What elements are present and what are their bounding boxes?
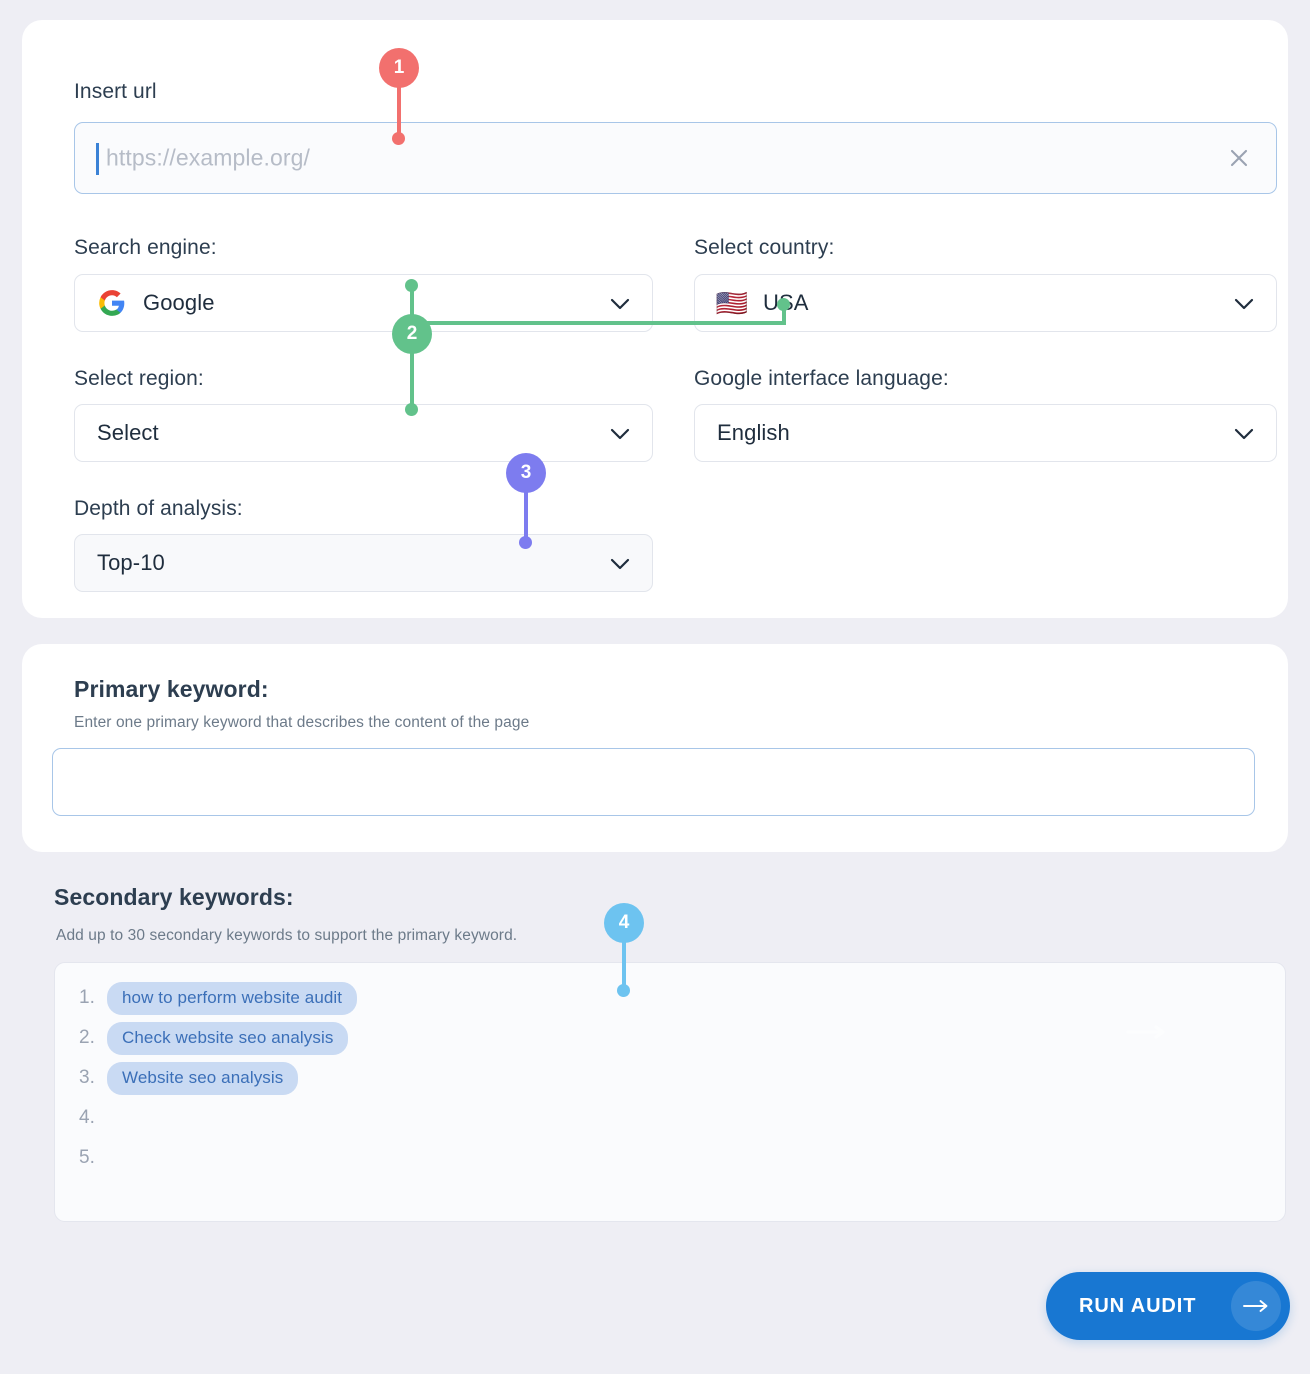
- primary-keyword-hint: Enter one primary keyword that describes…: [74, 714, 530, 731]
- primary-keyword-title: Primary keyword:: [74, 676, 269, 702]
- keyword-chip[interactable]: Check website seo analysis: [107, 1021, 349, 1055]
- callout-anchor-dot: [392, 132, 405, 145]
- run-audit-button[interactable]: RUN AUDIT: [1046, 1272, 1290, 1340]
- interface-language-value: English: [717, 420, 790, 445]
- callout-anchor-dot: [405, 403, 418, 416]
- list-item[interactable]: 3. Website seo analysis: [79, 1061, 299, 1095]
- chevron-down-icon: [610, 427, 630, 440]
- list-item[interactable]: 1. how to perform website audit: [79, 981, 358, 1015]
- region-select[interactable]: Select: [74, 404, 653, 462]
- list-item[interactable]: 2. Check website seo analysis: [79, 1021, 349, 1055]
- depth-of-analysis-label: Depth of analysis:: [74, 497, 243, 520]
- callout-anchor-dot: [519, 536, 532, 549]
- chevron-down-icon: [1234, 427, 1254, 440]
- list-item[interactable]: 4.: [79, 1103, 107, 1133]
- primary-keyword-input[interactable]: [52, 748, 1255, 816]
- interface-language-select[interactable]: English: [694, 404, 1277, 462]
- insert-url-label: Insert url: [74, 80, 157, 103]
- chevron-down-icon: [1234, 297, 1254, 310]
- list-item[interactable]: 5.: [79, 1143, 107, 1173]
- usa-flag-icon: 🇺🇸: [715, 288, 749, 318]
- callout-badge-4[interactable]: 4: [604, 903, 644, 943]
- close-icon[interactable]: [1226, 145, 1252, 171]
- callout-badge-2[interactable]: 2: [392, 314, 432, 354]
- list-item-number: 4.: [79, 1107, 95, 1128]
- callout-anchor-dot: [777, 298, 790, 311]
- audit-form-page: Insert url https://example.org/ Search e…: [0, 0, 1310, 1374]
- chevron-down-icon: [610, 557, 630, 570]
- list-item-number: 3.: [79, 1067, 95, 1088]
- select-country-label: Select country:: [694, 236, 835, 259]
- interface-language-label: Google interface language:: [694, 367, 949, 390]
- list-item-number: 1.: [79, 987, 95, 1008]
- search-engine-value: Google: [143, 290, 215, 315]
- settings-card: Insert url https://example.org/ Search e…: [22, 20, 1288, 618]
- keyword-chip[interactable]: Website seo analysis: [107, 1061, 299, 1095]
- callout-badge-3[interactable]: 3: [506, 453, 546, 493]
- callout-connector: [412, 321, 786, 325]
- search-engine-label: Search engine:: [74, 236, 217, 259]
- secondary-keywords-hint: Add up to 30 secondary keywords to suppo…: [56, 927, 518, 944]
- arrow-right-icon: [1231, 1281, 1281, 1331]
- chevron-down-icon: [610, 297, 630, 310]
- run-audit-label: RUN AUDIT: [1079, 1294, 1197, 1317]
- secondary-keywords-list[interactable]: 1. how to perform website audit 2. Check…: [54, 962, 1286, 1222]
- callout-anchor-dot: [405, 279, 418, 292]
- url-input-placeholder: https://example.org/: [106, 144, 310, 171]
- depth-value: Top-10: [97, 550, 165, 575]
- arrow-right-icon: [1126, 1025, 1170, 1039]
- text-caret: [96, 143, 99, 175]
- depth-of-analysis-select[interactable]: Top-10: [74, 534, 653, 592]
- list-item-number: 5.: [79, 1147, 95, 1168]
- callout-anchor-dot: [617, 984, 630, 997]
- keyword-chip[interactable]: how to perform website audit: [107, 981, 358, 1015]
- flag-glyph: 🇺🇸: [715, 288, 749, 318]
- region-value: Select: [97, 420, 159, 445]
- url-input[interactable]: https://example.org/: [74, 122, 1277, 194]
- select-region-label: Select region:: [74, 367, 204, 390]
- google-logo-icon: [97, 288, 127, 318]
- callout-badge-1[interactable]: 1: [379, 48, 419, 88]
- secondary-keywords-title: Secondary keywords:: [54, 884, 294, 910]
- list-item-number: 2.: [79, 1027, 95, 1048]
